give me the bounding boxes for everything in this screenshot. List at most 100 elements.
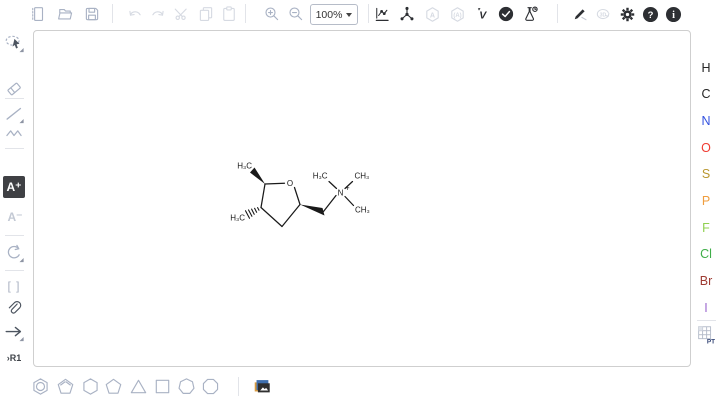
template-cyclooctane[interactable] bbox=[198, 374, 222, 398]
clean-structure-icon bbox=[398, 5, 416, 23]
template-cyclopentane[interactable] bbox=[101, 374, 125, 398]
dearomatize-button[interactable]: (A) bbox=[445, 2, 469, 26]
dearomatize-icon: (A) bbox=[448, 5, 467, 24]
settings-button[interactable] bbox=[615, 2, 639, 26]
element-S[interactable]: S bbox=[693, 164, 719, 184]
bond-n-methyl-bottomright bbox=[345, 197, 354, 206]
element-symbol: Cl bbox=[700, 247, 712, 261]
element-symbol: H bbox=[701, 61, 710, 75]
about-button[interactable]: i bbox=[661, 2, 685, 26]
template-cycloheptane[interactable] bbox=[174, 374, 198, 398]
attach-tool[interactable] bbox=[2, 296, 26, 320]
chain-icon bbox=[4, 123, 24, 143]
help-button[interactable]: ? bbox=[638, 2, 662, 26]
separator bbox=[5, 98, 24, 99]
check-structure-button[interactable] bbox=[494, 2, 518, 26]
element-symbol: Br bbox=[700, 274, 713, 288]
element-Cl[interactable]: Cl bbox=[693, 244, 719, 264]
analyse-button[interactable] bbox=[518, 2, 542, 26]
redo-button[interactable] bbox=[146, 2, 170, 26]
chevron-down-icon bbox=[346, 13, 352, 17]
undo-button[interactable] bbox=[123, 2, 147, 26]
sgroup-brackets-tool[interactable]: [ ] bbox=[2, 274, 26, 298]
atom-label-oxygen: O bbox=[287, 179, 293, 188]
element-O[interactable]: O bbox=[693, 138, 719, 158]
bond-c5-c4 bbox=[282, 205, 300, 227]
separator bbox=[5, 270, 24, 271]
svg-text:V: V bbox=[479, 10, 487, 22]
template-cyclopropane[interactable] bbox=[126, 374, 150, 398]
cyclohexane-icon bbox=[80, 376, 101, 397]
element-N[interactable]: N bbox=[693, 111, 719, 131]
element-H[interactable]: H bbox=[693, 58, 719, 78]
info-icon: i bbox=[664, 5, 683, 24]
new-document-button[interactable] bbox=[26, 2, 50, 26]
layout-button[interactable] bbox=[370, 2, 394, 26]
element-symbol: N bbox=[701, 114, 710, 128]
bond-c3-c2 bbox=[261, 184, 265, 208]
separator bbox=[112, 4, 113, 23]
wedge-bond-c5-ch2 bbox=[300, 205, 325, 216]
zoom-out-button[interactable] bbox=[284, 2, 308, 26]
template-benzene[interactable] bbox=[28, 374, 52, 398]
charge-plus-label: A⁺ bbox=[7, 180, 22, 194]
open-folder-icon bbox=[56, 5, 74, 23]
periodic-table-button[interactable]: PT bbox=[694, 323, 718, 347]
template-cyclobutane[interactable] bbox=[150, 374, 174, 398]
benzene-icon bbox=[30, 376, 51, 397]
separator bbox=[5, 148, 24, 149]
paste-button[interactable] bbox=[217, 2, 241, 26]
separator bbox=[245, 4, 246, 23]
drawing-canvas[interactable]: H₃C H₃C O N + H₃C CH₃ CH₃ bbox=[33, 30, 691, 367]
view-3d-button[interactable]: 3D bbox=[591, 2, 615, 26]
clipboard-icon bbox=[220, 5, 238, 23]
template-cyclopentadiene[interactable] bbox=[53, 374, 77, 398]
zoom-level-dropdown[interactable]: 100% bbox=[310, 4, 358, 25]
rgroup-tool[interactable]: ›R1 bbox=[2, 346, 26, 370]
cip-stereo-icon: V bbox=[473, 5, 491, 23]
separator bbox=[697, 320, 716, 321]
element-I[interactable]: I bbox=[693, 298, 719, 318]
charge-plus-tool[interactable]: A⁺ bbox=[3, 176, 25, 198]
cyclopentane-icon bbox=[103, 376, 124, 397]
cut-button[interactable] bbox=[170, 2, 194, 26]
svg-text:PT: PT bbox=[707, 338, 715, 345]
cyclobutane-icon bbox=[152, 376, 173, 397]
reaction-arrow-tool[interactable] bbox=[2, 320, 26, 344]
atom-charge-plus: + bbox=[345, 184, 350, 193]
element-symbol: O bbox=[701, 141, 711, 155]
element-Br[interactable]: Br bbox=[693, 271, 719, 291]
atom-label-nitrogen: N bbox=[338, 189, 344, 198]
element-symbol: C bbox=[701, 87, 710, 101]
atom-label-methyl: H₃C bbox=[313, 172, 328, 181]
aromatize-icon: A bbox=[423, 5, 442, 24]
eraser-tool[interactable] bbox=[2, 76, 26, 100]
pencil-button[interactable] bbox=[568, 2, 592, 26]
template-cyclohexane[interactable] bbox=[78, 374, 102, 398]
zoom-in-button[interactable] bbox=[260, 2, 284, 26]
save-button[interactable] bbox=[80, 2, 104, 26]
element-F[interactable]: F bbox=[693, 218, 719, 238]
copy-button[interactable] bbox=[194, 2, 218, 26]
svg-text:(A): (A) bbox=[453, 12, 461, 18]
cip-stereo-button[interactable]: V bbox=[470, 2, 494, 26]
separator bbox=[5, 235, 24, 236]
periodic-table-icon: PT bbox=[695, 324, 717, 346]
open-file-button[interactable] bbox=[53, 2, 77, 26]
brackets-label: [ ] bbox=[7, 279, 20, 293]
rotate-tool[interactable] bbox=[2, 241, 26, 265]
flask-icon bbox=[521, 5, 539, 23]
hash-bond-c3-methyl bbox=[246, 208, 260, 219]
aromatize-button[interactable]: A bbox=[420, 2, 444, 26]
clean-button[interactable] bbox=[395, 2, 419, 26]
top-toolbar: 100% A (A) bbox=[0, 0, 720, 28]
element-C[interactable]: C bbox=[693, 84, 719, 104]
charge-minus-tool[interactable]: A⁻ bbox=[3, 205, 27, 229]
left-toolbar: A⁺ A⁻ [ ] ›R1 bbox=[1, 28, 28, 372]
redo-icon bbox=[149, 5, 167, 23]
element-P[interactable]: P bbox=[693, 191, 719, 211]
cyclopropane-icon bbox=[128, 376, 149, 397]
chain-tool[interactable] bbox=[2, 121, 26, 145]
template-library-button[interactable] bbox=[250, 374, 274, 398]
select-lasso-tool[interactable] bbox=[2, 31, 26, 55]
